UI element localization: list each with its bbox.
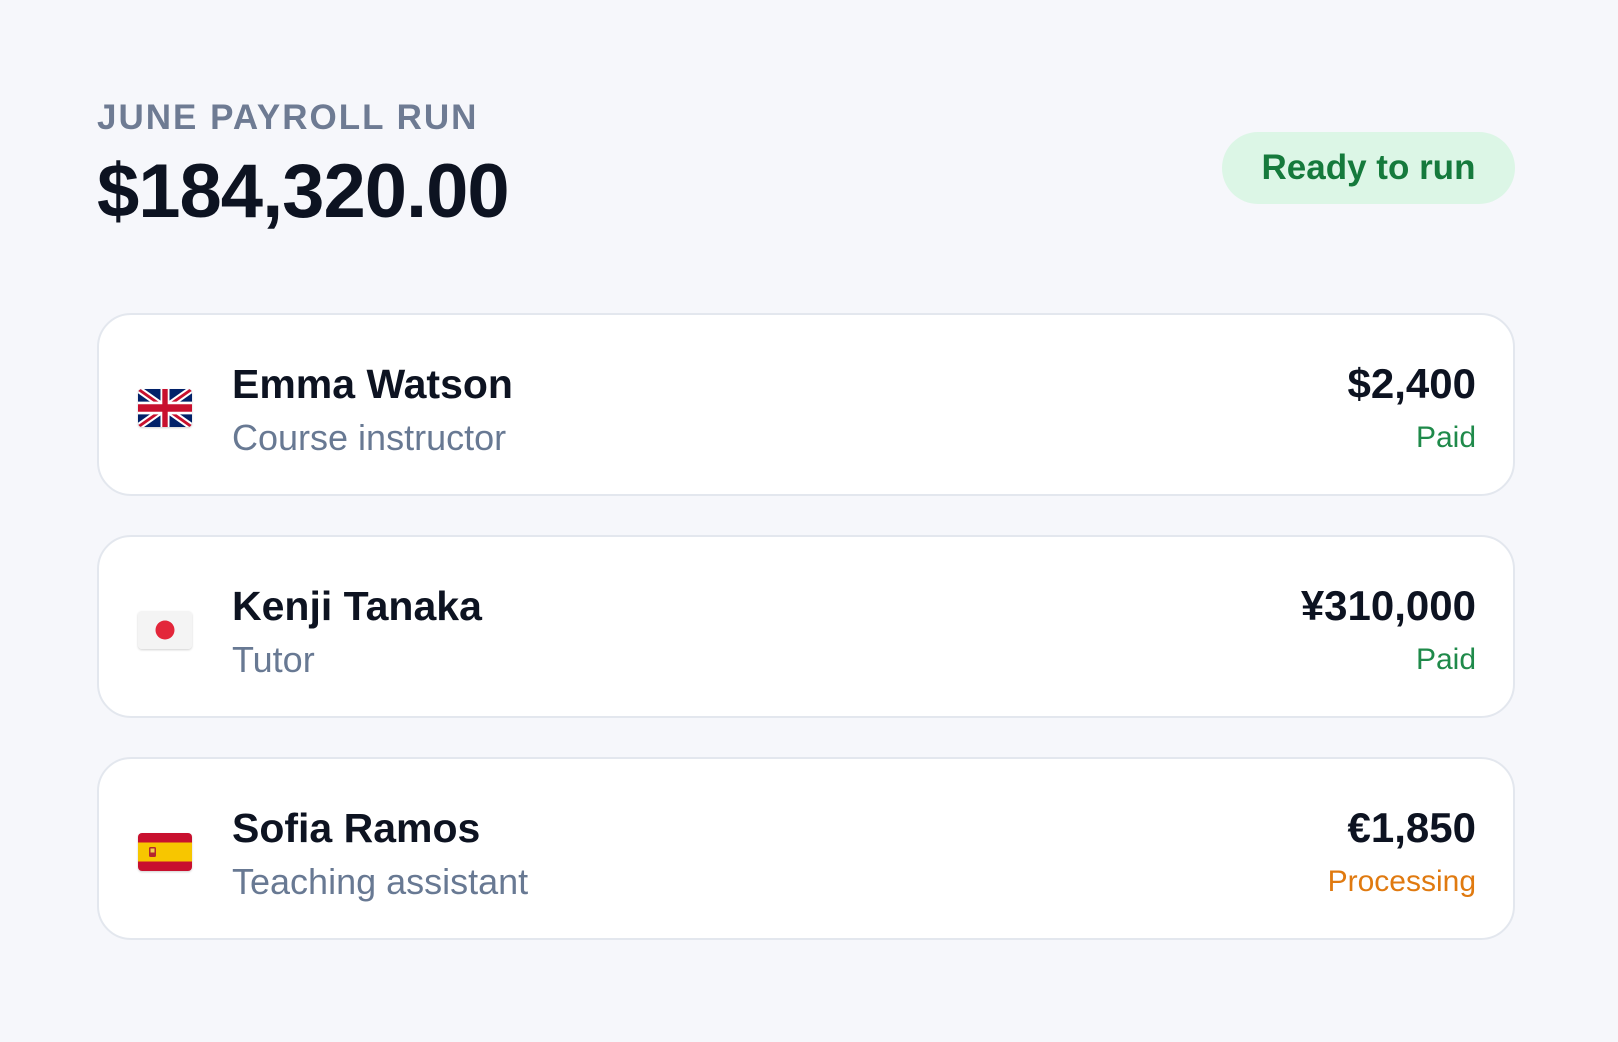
payee-info: Kenji Tanaka Tutor <box>232 581 482 683</box>
payment-status: Paid <box>1415 421 1476 454</box>
payroll-page: JUNE PAYROLL RUN $184,320.00 Ready to ru… <box>0 0 1618 1042</box>
payment-status: Processing <box>1327 865 1476 898</box>
payee-role: Teaching assistant <box>232 861 529 902</box>
uk-flag-icon <box>138 389 192 427</box>
status-badge: Ready to run <box>1222 132 1515 204</box>
payment-status: Paid <box>1415 643 1476 676</box>
payee-payment: ¥310,000 Paid <box>1301 581 1476 683</box>
payee-row-sofia-ramos[interactable]: Sofia Ramos Teaching assistant €1,850 Pr… <box>97 757 1515 940</box>
payee-name: Sofia Ramos <box>232 805 481 851</box>
payee-amount: €1,850 <box>1347 804 1476 851</box>
payee-role: Tutor <box>232 639 315 680</box>
payee-row-kenji-tanaka[interactable]: Kenji Tanaka Tutor ¥310,000 Paid <box>97 535 1515 718</box>
payee-name: Kenji Tanaka <box>232 583 482 629</box>
japan-flag-icon <box>138 611 192 649</box>
payee-amount: $2,400 <box>1347 360 1476 407</box>
payee-role: Course instructor <box>232 417 507 458</box>
spain-flag-icon <box>138 833 192 871</box>
payee-row-emma-watson[interactable]: Emma Watson Course instructor $2,400 Pai… <box>97 313 1515 496</box>
payroll-total-amount: $184,320.00 <box>97 149 510 234</box>
payee-payment: €1,850 Processing <box>1328 803 1476 905</box>
payroll-run-label: JUNE PAYROLL RUN <box>97 98 479 137</box>
payee-info: Emma Watson Course instructor <box>232 359 513 461</box>
payee-name: Emma Watson <box>232 361 513 407</box>
payee-info: Sofia Ramos Teaching assistant <box>232 803 528 905</box>
payroll-header: JUNE PAYROLL RUN $184,320.00 <box>97 96 510 234</box>
payee-amount: ¥310,000 <box>1300 582 1476 629</box>
payee-payment: $2,400 Paid <box>1348 359 1476 461</box>
payee-list: Emma Watson Course instructor $2,400 Pai… <box>97 313 1515 979</box>
